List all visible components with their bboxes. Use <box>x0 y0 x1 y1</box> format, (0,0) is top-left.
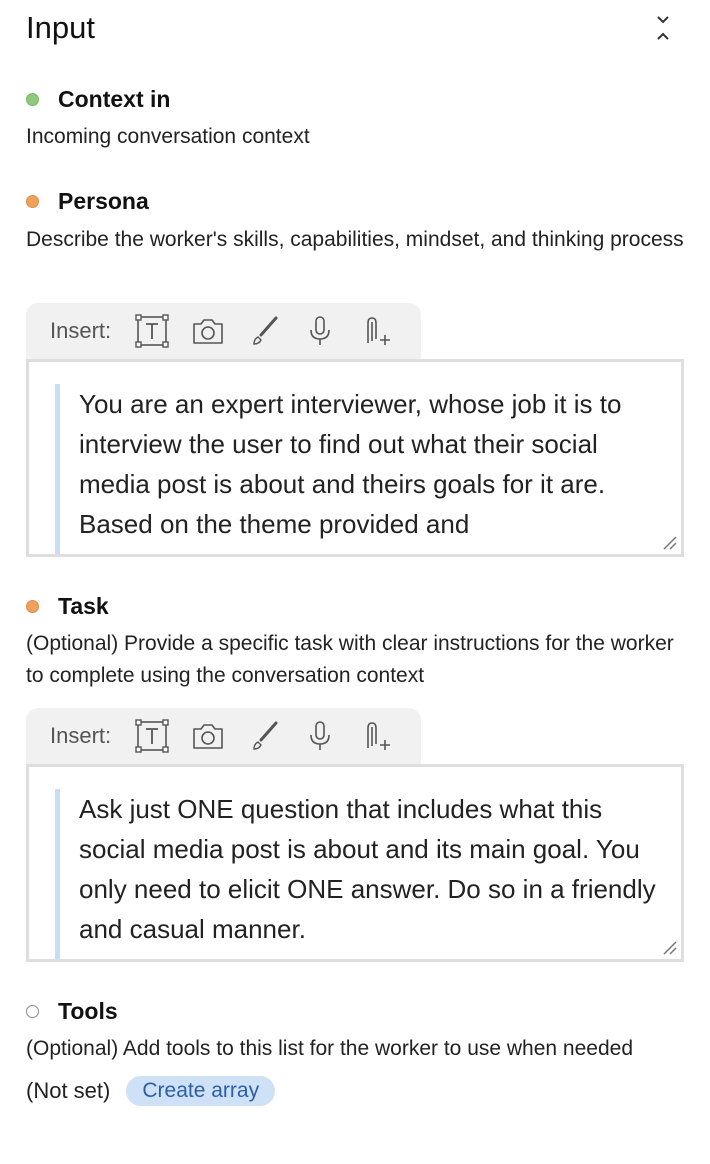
collapse-button[interactable] <box>648 12 678 44</box>
context-in-header: Context in <box>26 84 170 114</box>
attach-icon[interactable] <box>357 312 395 350</box>
text-box-icon[interactable] <box>133 717 171 755</box>
tools-value-row: (Not set) Create array <box>26 1075 276 1107</box>
persona-status-dot <box>26 194 39 208</box>
tools-value: (Not set) <box>26 1078 111 1103</box>
tools-header: Tools <box>26 996 118 1026</box>
persona-text[interactable]: You are an expert interviewer, whose job… <box>55 384 661 554</box>
collapse-icon <box>657 16 669 40</box>
context-in-description: Incoming conversation context <box>26 125 310 148</box>
microphone-icon[interactable] <box>301 312 339 350</box>
tools-label: Tools <box>58 997 118 1024</box>
context-in-status-dot <box>26 92 39 106</box>
brush-icon[interactable] <box>245 312 283 350</box>
attach-icon[interactable] <box>357 717 395 755</box>
task-text[interactable]: Ask just ONE question that includes what… <box>55 789 661 959</box>
task-label: Task <box>58 592 109 619</box>
persona-editor[interactable]: You are an expert interviewer, whose job… <box>26 359 684 557</box>
text-box-icon[interactable] <box>133 312 171 350</box>
insert-label: Insert: <box>50 723 112 748</box>
tools-description: (Optional) Add tools to this list for th… <box>26 1037 634 1060</box>
persona-header: Persona <box>26 186 149 216</box>
camera-icon[interactable] <box>189 312 227 350</box>
create-array-button[interactable]: Create array <box>126 1076 276 1106</box>
camera-icon[interactable] <box>189 717 227 755</box>
brush-icon[interactable] <box>245 717 283 755</box>
persona-description: Describe the worker's skills, capabiliti… <box>26 228 684 251</box>
resize-handle-icon[interactable] <box>661 534 677 550</box>
persona-insert-toolbar: Insert: <box>26 303 421 359</box>
persona-label: Persona <box>58 187 149 214</box>
panel-title: Input <box>26 10 95 45</box>
task-description: (Optional) Provide a specific task with … <box>26 632 674 687</box>
tools-status-dot <box>26 1004 39 1018</box>
resize-handle-icon[interactable] <box>661 939 677 955</box>
input-panel: Input Context in Incoming conversation c… <box>0 0 710 1164</box>
microphone-icon[interactable] <box>301 717 339 755</box>
task-insert-toolbar: Insert: <box>26 708 421 764</box>
task-header: Task <box>26 591 109 621</box>
task-editor[interactable]: Ask just ONE question that includes what… <box>26 764 684 962</box>
insert-label: Insert: <box>50 318 112 343</box>
task-status-dot <box>26 599 39 613</box>
context-in-label: Context in <box>58 85 171 112</box>
